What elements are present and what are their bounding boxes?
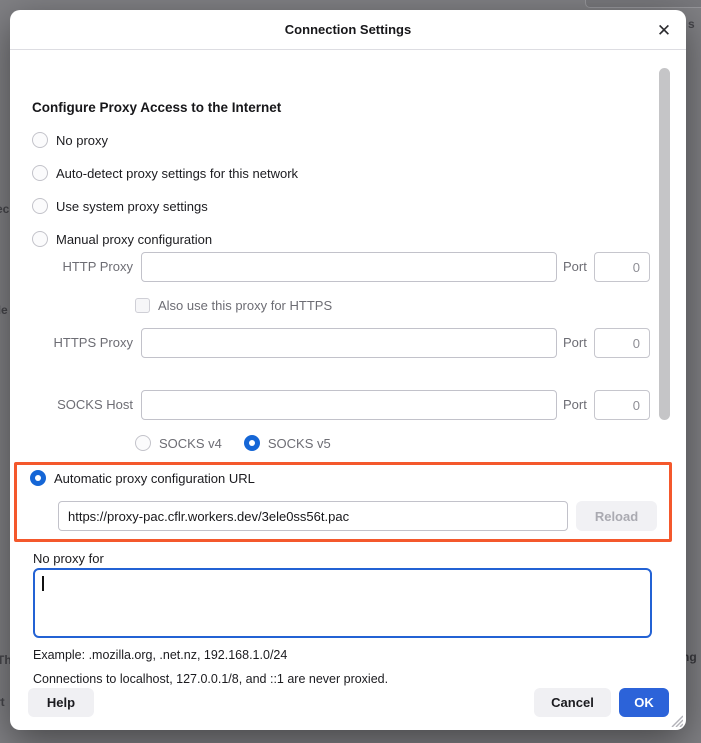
page-title: Configure Proxy Access to the Internet [32, 100, 281, 115]
radio-label: Manual proxy configuration [56, 232, 212, 247]
resize-grip-icon[interactable] [668, 712, 683, 727]
http-proxy-label: HTTP Proxy [30, 252, 133, 282]
cancel-button[interactable]: Cancel [534, 688, 611, 717]
radio-icon[interactable] [32, 231, 48, 247]
proxy-url-input[interactable] [58, 501, 568, 531]
radio-icon[interactable] [32, 132, 48, 148]
http-port-label: Port [563, 252, 587, 282]
backdrop-text-fragment: rt [0, 695, 5, 709]
socks-host-label: SOCKS Host [30, 390, 133, 420]
checkbox-label: Also use this proxy for HTTPS [158, 298, 332, 313]
dialog-header: Connection Settings ✕ [10, 10, 686, 50]
backdrop-text-fragment: s [688, 17, 695, 31]
backdrop-text-fragment: Me [0, 303, 8, 317]
radio-socks-v4[interactable] [135, 435, 151, 451]
no-proxy-for-label: No proxy for [33, 551, 104, 566]
radio-system-proxy[interactable]: Use system proxy settings [32, 198, 208, 214]
checkbox-icon[interactable] [135, 298, 150, 313]
scrollbar-thumb[interactable] [659, 68, 670, 420]
radio-icon-selected[interactable] [30, 470, 46, 486]
https-proxy-input[interactable] [141, 328, 557, 358]
dialog-title: Connection Settings [10, 10, 686, 50]
help-button[interactable]: Help [28, 688, 94, 717]
dimmed-browser-toolbar-fragment [585, 0, 701, 8]
http-proxy-input[interactable] [141, 252, 557, 282]
radio-socks-v5[interactable] [244, 435, 260, 451]
https-proxy-label: HTTPS Proxy [30, 328, 133, 358]
radio-label: No proxy [56, 133, 108, 148]
socks-port-label: Port [563, 390, 587, 420]
socks-port-input[interactable] [594, 390, 650, 420]
no-proxy-example-text: Example: .mozilla.org, .net.nz, 192.168.… [33, 648, 287, 662]
close-icon[interactable]: ✕ [653, 20, 675, 42]
socks-version-row: SOCKS v4 SOCKS v5 [135, 435, 331, 451]
dimmed-backdrop: { "window": { "title": "Connection Setti… [0, 0, 701, 743]
backdrop-text-fragment: ec [0, 202, 9, 216]
socks-host-input[interactable] [141, 390, 557, 420]
radio-label: Automatic proxy configuration URL [54, 471, 255, 486]
https-port-input[interactable] [594, 328, 650, 358]
reload-button[interactable]: Reload [576, 501, 657, 531]
no-proxy-for-textarea[interactable] [33, 568, 652, 638]
radio-auto-proxy-url[interactable]: Automatic proxy configuration URL [30, 470, 255, 486]
https-port-label: Port [563, 328, 587, 358]
ok-button[interactable]: OK [619, 688, 669, 717]
radio-label: Use system proxy settings [56, 199, 208, 214]
no-proxy-note-text: Connections to localhost, 127.0.0.1/8, a… [33, 672, 388, 686]
radio-no-proxy[interactable]: No proxy [32, 132, 108, 148]
connection-settings-dialog: Connection Settings ✕ Configure Proxy Ac… [10, 10, 686, 730]
http-port-input[interactable] [594, 252, 650, 282]
radio-icon[interactable] [32, 198, 48, 214]
socks-v4-label: SOCKS v4 [159, 436, 222, 451]
radio-icon[interactable] [32, 165, 48, 181]
radio-manual-proxy[interactable]: Manual proxy configuration [32, 231, 212, 247]
socks-v5-label: SOCKS v5 [268, 436, 331, 451]
radio-label: Auto-detect proxy settings for this netw… [56, 166, 298, 181]
checkbox-also-use-https[interactable]: Also use this proxy for HTTPS [135, 298, 332, 313]
radio-auto-detect[interactable]: Auto-detect proxy settings for this netw… [32, 165, 298, 181]
